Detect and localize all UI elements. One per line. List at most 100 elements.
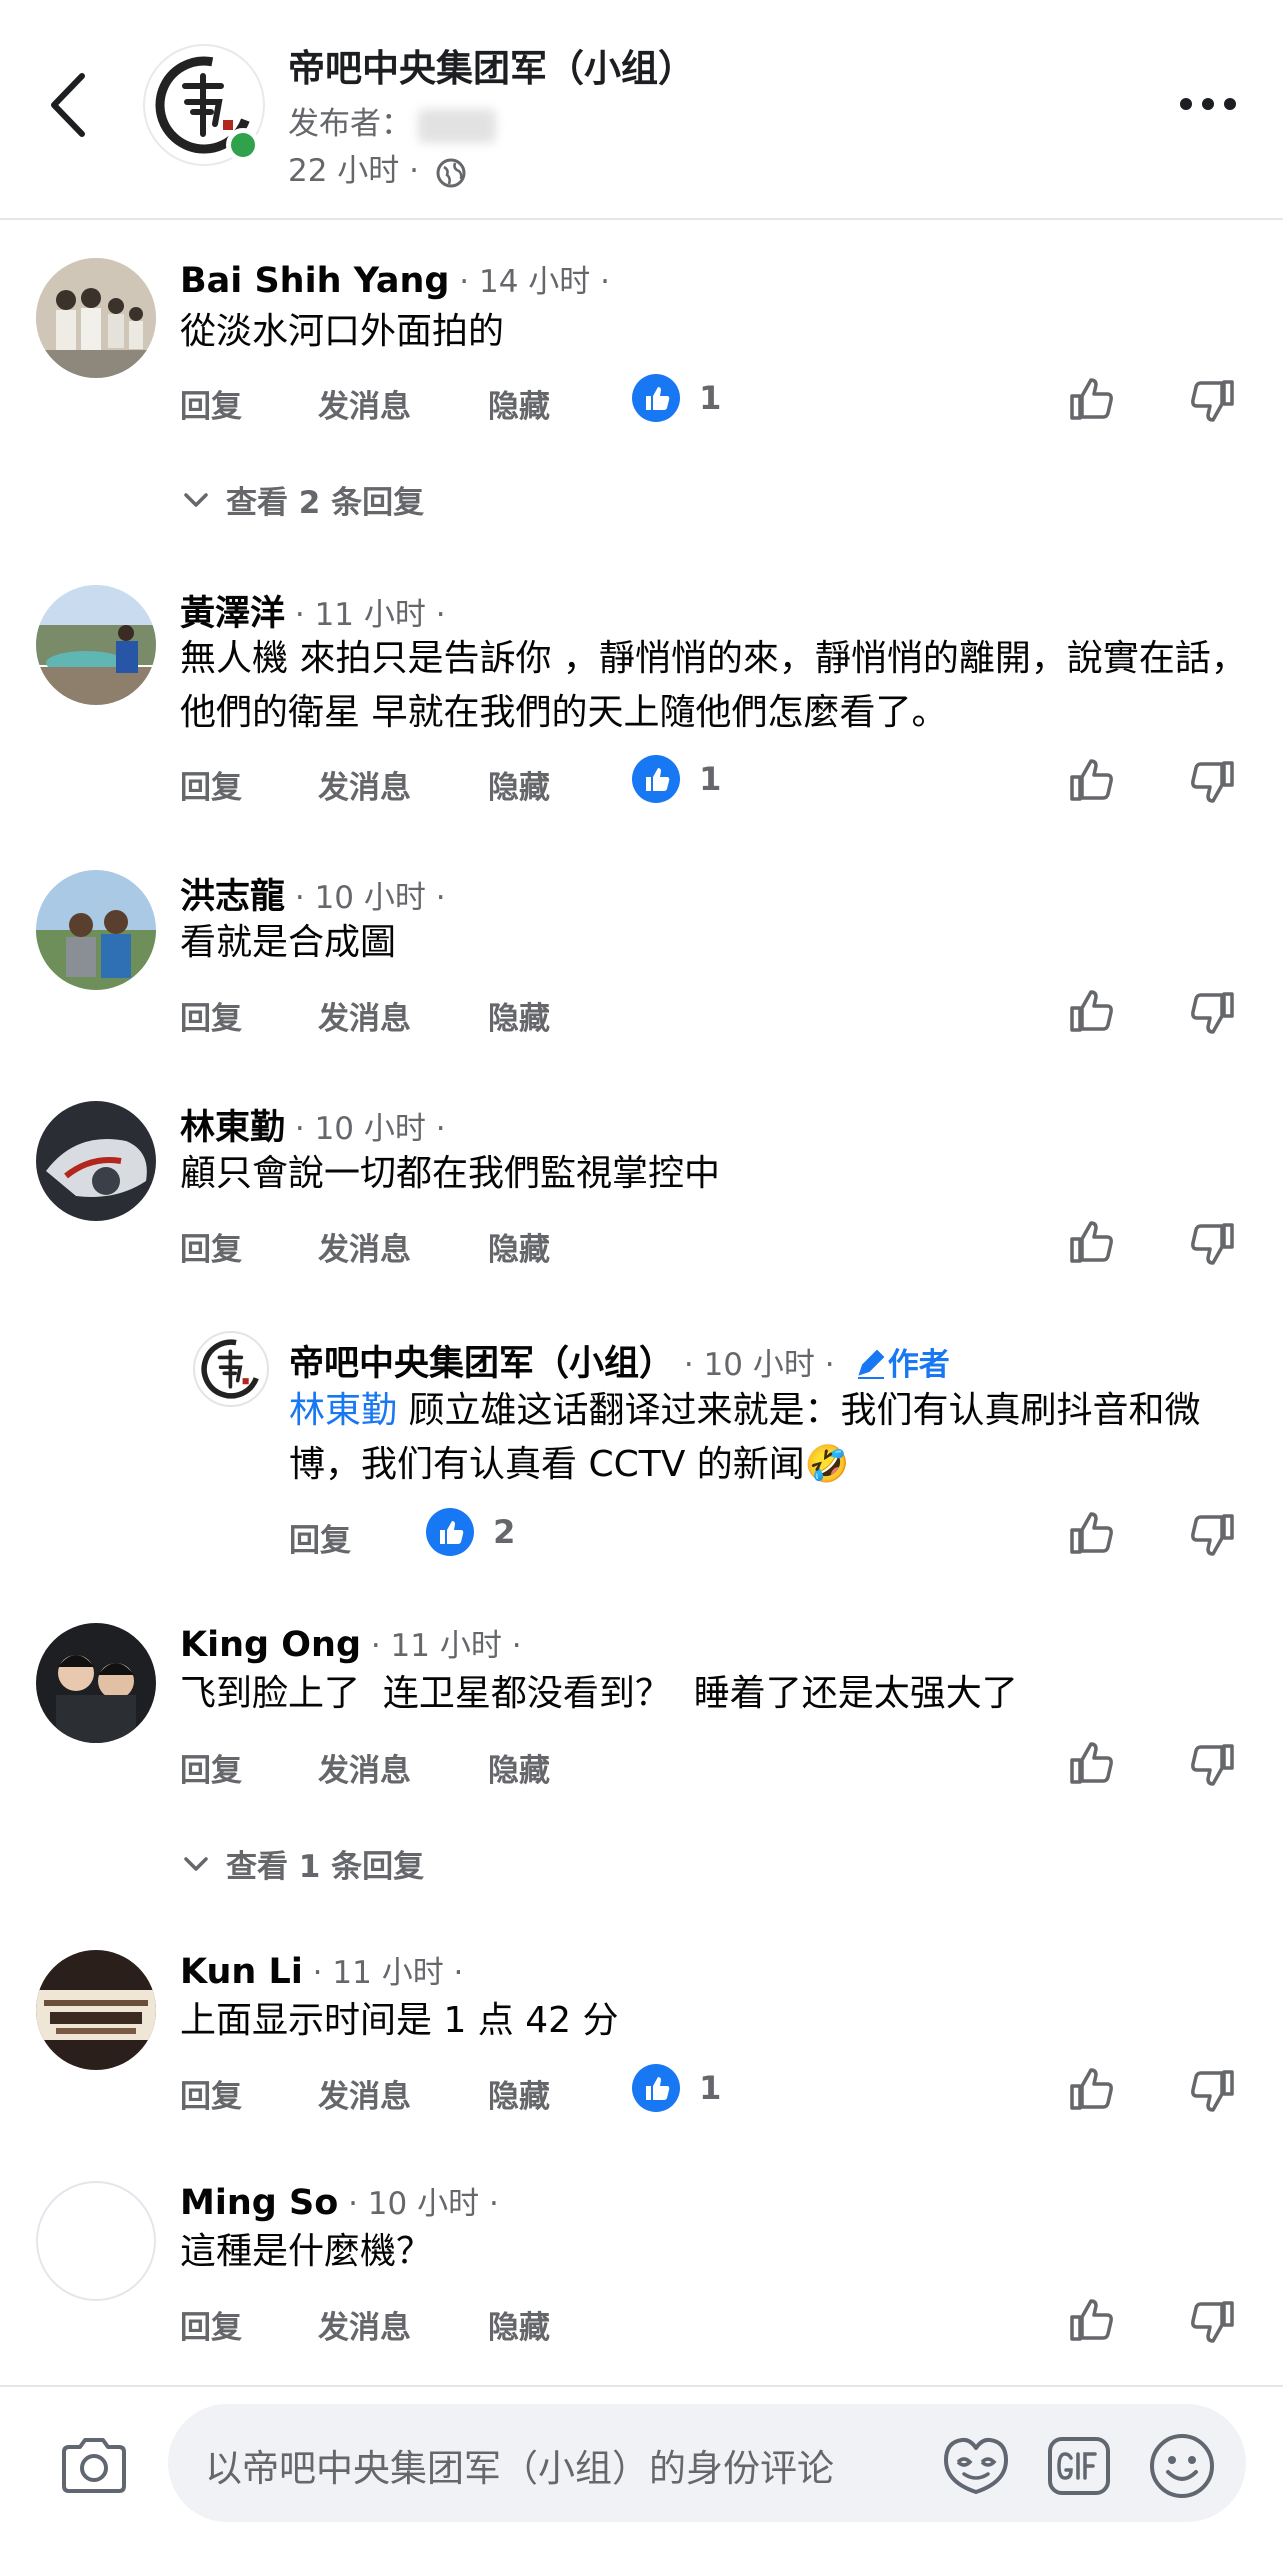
sticker-icon[interactable] [940, 2432, 1012, 2498]
like-count[interactable]: 2 [426, 1508, 515, 1556]
thumbs-down-icon[interactable] [1186, 2066, 1238, 2118]
author-name[interactable]: Bai Shih Yang [180, 261, 449, 301]
like-count[interactable]: 1 [632, 755, 721, 803]
comment-author: 林東勤 · 10 小时 · [180, 1099, 446, 1150]
thumbs-up-icon[interactable] [1066, 984, 1118, 1036]
reply-button[interactable]: 回复 [180, 381, 242, 426]
view-replies-text: 查看 2 条回复 [226, 485, 425, 521]
like-bubble-icon [632, 2064, 680, 2112]
thumbs-down-icon[interactable] [1186, 1740, 1238, 1792]
like-count-text: 1 [699, 760, 722, 798]
thumbs-up-icon[interactable] [1066, 2293, 1118, 2345]
thumbs-down-icon[interactable] [1186, 757, 1238, 809]
message-button[interactable]: 发消息 [318, 1224, 411, 1269]
thumbs-up-icon[interactable] [1066, 753, 1118, 805]
author-name[interactable]: 黃澤洋 [180, 594, 285, 634]
author-name[interactable]: Ming So [180, 2183, 338, 2223]
thumbs-down-icon[interactable] [1186, 1510, 1238, 1562]
hide-button[interactable]: 隐藏 [488, 2302, 550, 2347]
hide-button[interactable]: 隐藏 [488, 381, 550, 426]
comment-text: 看就是合成圖 [180, 922, 397, 963]
comment-time: · 11 小时 · [361, 1628, 522, 1664]
like-count[interactable]: 1 [632, 2064, 721, 2112]
post-time: 22 小时 · [288, 145, 467, 190]
comment-time: · 11 小时 · [285, 597, 446, 633]
hide-button[interactable]: 隐藏 [488, 1224, 550, 1269]
author-name[interactable]: 帝吧中央集团军（小组） [289, 1344, 674, 1384]
thumbs-up-icon[interactable] [1066, 1736, 1118, 1788]
thumbs-down-icon[interactable] [1186, 2297, 1238, 2349]
reply-button[interactable]: 回复 [180, 2302, 242, 2347]
thumbs-down-icon[interactable] [1186, 988, 1238, 1040]
thumbs-down-icon[interactable] [1186, 1219, 1238, 1271]
chevron-down-icon [184, 1856, 208, 1871]
group-logo-icon [201, 1339, 261, 1399]
avatar[interactable] [36, 258, 156, 378]
view-replies-button[interactable]: 查看 2 条回复 [180, 477, 424, 522]
comment-text: 飞到脸上了 连卫星都没看到？ 睡着了还是太强大了 [180, 1673, 1018, 1714]
hide-button[interactable]: 隐藏 [488, 993, 550, 1038]
reply-button[interactable]: 回复 [180, 1224, 242, 1269]
avatar[interactable] [36, 1623, 156, 1743]
avatar[interactable] [36, 1950, 156, 2070]
more-icon[interactable] [1178, 94, 1238, 114]
group-name[interactable]: 帝吧中央集团军（小组） [288, 38, 695, 92]
avatar[interactable] [193, 1331, 269, 1407]
message-button[interactable]: 发消息 [318, 1745, 411, 1790]
comment-time: · 10 小时 · [338, 2186, 499, 2222]
comment-text: 顧只會說一切都在我們監視掌控中 [180, 1153, 721, 1194]
photo-avatar-icon [36, 1950, 156, 2070]
smiley-icon[interactable] [1148, 2432, 1216, 2500]
photo-avatar-icon [36, 585, 156, 705]
gif-icon[interactable] [1047, 2436, 1111, 2496]
comment-text: 無人機 來拍只是告訴你 ，靜悄悄的來，靜悄悄的離開，說實在話，他們的衛星 早就在… [180, 638, 1247, 733]
reply-button[interactable]: 回复 [180, 762, 242, 807]
comment-time: · 10 小时 · [285, 880, 446, 916]
thumbs-down-icon[interactable] [1186, 376, 1238, 428]
comment-author: King Ong · 11 小时 · [180, 1620, 522, 1665]
thumbs-up-icon[interactable] [1066, 372, 1118, 424]
view-replies-text: 查看 1 条回复 [226, 1849, 425, 1885]
avatar[interactable] [36, 870, 156, 990]
message-button[interactable]: 发消息 [318, 993, 411, 1038]
hide-button[interactable]: 隐藏 [488, 2071, 550, 2116]
hide-button[interactable]: 隐藏 [488, 762, 550, 807]
like-count[interactable]: 1 [632, 374, 721, 422]
comment-author: 黃澤洋 · 11 小时 · [180, 585, 446, 636]
comment-text: 上面显示时间是 1 点 42 分 [180, 2000, 619, 2041]
reply-button[interactable]: 回复 [180, 1745, 242, 1790]
reply-button[interactable]: 回复 [180, 993, 242, 1038]
reply-button[interactable]: 回复 [180, 2071, 242, 2116]
reply-button[interactable]: 回复 [289, 1515, 351, 1560]
avatar[interactable] [36, 2181, 156, 2301]
mention-link[interactable]: 林東勤 [289, 1390, 397, 1431]
poster-row: 发布者： [288, 98, 496, 143]
avatar[interactable] [36, 585, 156, 705]
thumbs-up-icon[interactable] [1066, 1215, 1118, 1267]
back-arrow-icon[interactable] [40, 70, 100, 140]
photo-avatar-icon [36, 870, 156, 990]
author-badge: 作者 [887, 1347, 950, 1383]
author-name[interactable]: 洪志龍 [180, 877, 285, 917]
author-name[interactable]: Kun Li [180, 1952, 303, 1992]
thumbs-up-icon[interactable] [1066, 1506, 1118, 1558]
comment-time: · 10 小时 · [674, 1347, 835, 1383]
comment-text: 這種是什麼機？ [180, 2231, 433, 2272]
poster-label: 发布者： [288, 106, 412, 142]
message-button[interactable]: 发消息 [318, 762, 411, 807]
view-replies-button[interactable]: 查看 1 条回复 [180, 1841, 424, 1886]
reply-body: 顾立雄这话翻译过来就是：我们有认真刷抖音和微博，我们有认真看 CCTV 的新闻 [289, 1390, 1201, 1485]
message-button[interactable]: 发消息 [318, 2302, 411, 2347]
thumbs-up-icon[interactable] [1066, 2062, 1118, 2114]
comment-author: Bai Shih Yang · 14 小时 · [180, 256, 610, 301]
author-name[interactable]: 林東勤 [180, 1108, 285, 1148]
poster-name-blurred[interactable] [418, 108, 496, 143]
message-button[interactable]: 发消息 [318, 381, 411, 426]
comment-text: 從淡水河口外面拍的 [180, 311, 505, 352]
author-name[interactable]: King Ong [180, 1625, 361, 1665]
hide-button[interactable]: 隐藏 [488, 1745, 550, 1790]
like-bubble-icon [426, 1508, 474, 1556]
avatar[interactable] [36, 1101, 156, 1221]
message-button[interactable]: 发消息 [318, 2071, 411, 2116]
camera-icon[interactable] [58, 2436, 130, 2496]
